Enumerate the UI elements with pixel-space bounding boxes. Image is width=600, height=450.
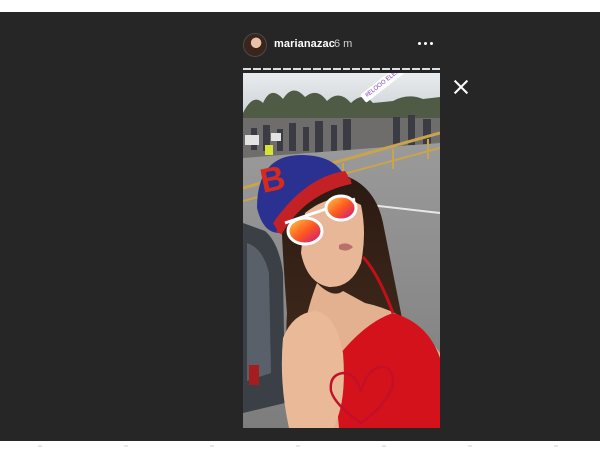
progress-segment xyxy=(392,68,401,70)
close-icon[interactable] xyxy=(452,78,470,96)
username[interactable]: marianazac xyxy=(274,38,335,50)
progress-segment xyxy=(262,68,271,70)
progress-segment xyxy=(402,68,411,70)
progress-segment xyxy=(302,68,311,70)
more-options-icon[interactable] xyxy=(415,35,437,53)
progress-segment xyxy=(243,68,251,70)
story-media[interactable]: B #ELOOO ELESPINO MENORAAR xyxy=(243,73,440,428)
progress-segment xyxy=(292,68,301,70)
progress-segment xyxy=(282,68,291,70)
progress-segment xyxy=(332,68,341,70)
story-header: marianazac 6 m xyxy=(243,33,440,61)
progress-segment xyxy=(322,68,331,70)
avatar[interactable] xyxy=(243,33,267,57)
post-time: 6 m xyxy=(334,38,353,50)
progress-segment xyxy=(422,68,431,70)
progress-segment xyxy=(272,68,281,70)
story-photo: B xyxy=(243,73,440,428)
progress-segment xyxy=(382,68,391,70)
progress-segment xyxy=(362,68,371,70)
story-progress-bar xyxy=(243,68,441,70)
progress-segment xyxy=(432,68,441,70)
progress-segment xyxy=(412,68,421,70)
progress-segment xyxy=(342,68,351,70)
progress-segment xyxy=(252,68,261,70)
bottom-divider xyxy=(0,445,600,447)
progress-segment xyxy=(372,68,381,70)
progress-segment xyxy=(312,68,321,70)
progress-segment xyxy=(352,68,361,70)
